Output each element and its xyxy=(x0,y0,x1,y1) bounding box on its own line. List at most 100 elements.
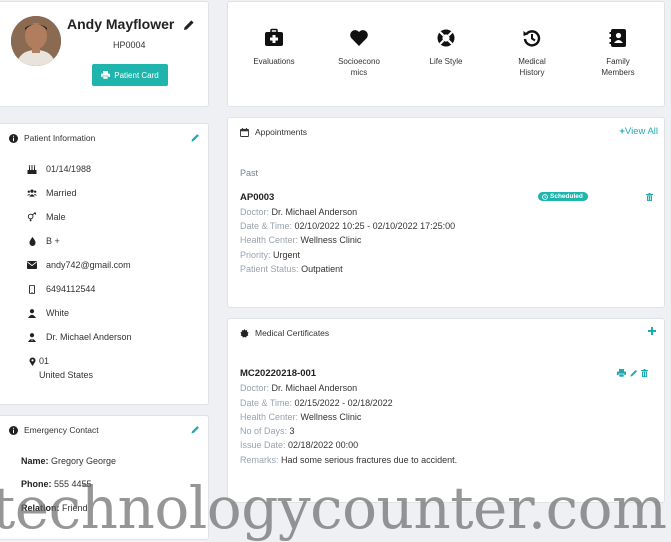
phone-row: 6494112544 xyxy=(27,284,95,294)
patient-name-row: Andy Mayflower xyxy=(67,16,195,32)
address-line1: 01 xyxy=(39,356,50,366)
emergency-phone-label: Phone: xyxy=(21,479,52,489)
cert-doctor-value: Dr. Michael Anderson xyxy=(271,383,358,393)
avatar xyxy=(11,16,61,66)
marital-row: Married xyxy=(27,188,77,198)
address-country-row: United States xyxy=(39,370,93,380)
address-line2: United States xyxy=(39,370,94,380)
print-icon xyxy=(101,71,111,79)
appointments-header: Appointments xyxy=(240,127,307,137)
doctor-value: Dr. Michael Anderson xyxy=(46,332,132,342)
cert-doctor-line: Doctor: Dr. Michael Anderson xyxy=(240,383,357,393)
doctor-row: Dr. Michael Anderson xyxy=(27,332,132,342)
appt-center-value: Wellness Clinic xyxy=(300,235,362,245)
appt-priority-value: Urgent xyxy=(273,250,301,260)
cert-remarks-line: Remarks: Had some serious fractures due … xyxy=(240,455,457,465)
user-icon xyxy=(27,308,37,318)
print-certificate-icon[interactable] xyxy=(617,369,626,377)
patient-information-card: Patient Information 01/14/1988 Married M… xyxy=(0,123,209,405)
certificate-code: MC20220218-001 xyxy=(240,368,317,379)
cert-remarks-label: Remarks: xyxy=(240,455,279,465)
cert-datetime-line: Date & Time: 02/15/2022 - 02/18/2022 xyxy=(240,398,393,408)
nav-life-style[interactable]: Life Style xyxy=(416,28,476,67)
appt-center-label: Health Center: xyxy=(240,235,299,245)
dob-value: 01/14/1988 xyxy=(46,164,92,174)
edit-emergency-contact-icon[interactable] xyxy=(191,425,200,434)
delete-appointment-icon[interactable] xyxy=(646,193,653,201)
blood-value: B + xyxy=(46,236,60,246)
race-value: White xyxy=(46,308,70,318)
view-all-appointments-link[interactable]: +View All xyxy=(619,126,658,137)
nav-socioeconomics[interactable]: Socioecono mics xyxy=(329,28,389,78)
patient-card-button[interactable]: Patient Card xyxy=(92,64,168,86)
appt-priority-line: Priority: Urgent xyxy=(240,250,300,260)
cert-days-label: No of Days: xyxy=(240,426,288,436)
add-certificate-icon[interactable] xyxy=(648,327,656,335)
appointments-card: Appointments +View All Past AP0003 Sched… xyxy=(227,117,665,308)
emergency-relation-label: Relation: xyxy=(21,503,60,513)
gender-icon xyxy=(27,212,37,222)
medical-certificates-header: Medical Certificates xyxy=(240,328,329,338)
appt-pstatus-line: Patient Status: Outpatient xyxy=(240,264,343,274)
cert-center-label: Health Center: xyxy=(240,412,299,422)
cert-remarks-value: Had some serious fractures due to accide… xyxy=(281,455,458,465)
emergency-contact-title: Emergency Contact xyxy=(24,425,99,435)
envelope-icon xyxy=(27,261,37,269)
emergency-relation-row: Relation: Friend xyxy=(21,503,88,513)
view-all-label: View All xyxy=(624,126,658,137)
nav-medical-history-label: Medical History xyxy=(518,57,546,77)
appt-datetime-label: Date & Time: xyxy=(240,221,293,231)
appt-center-line: Health Center: Wellness Clinic xyxy=(240,235,361,245)
emergency-contact-header: Emergency Contact xyxy=(9,425,99,435)
appointment-code: AP0003 xyxy=(240,192,275,203)
clock-icon xyxy=(542,193,548,200)
gender-row: Male xyxy=(27,212,66,222)
patient-information-title: Patient Information xyxy=(24,133,96,143)
life-ring-icon xyxy=(437,29,455,47)
emergency-phone-row: Phone: 555 4455 xyxy=(21,479,92,489)
doctor-icon xyxy=(27,332,37,342)
cert-issue-line: Issue Date: 02/18/2022 00:00 xyxy=(240,440,358,450)
medical-kit-icon xyxy=(265,28,283,46)
users-icon xyxy=(27,189,37,197)
appt-pstatus-label: Patient Status: xyxy=(240,264,299,274)
delete-certificate-icon[interactable] xyxy=(641,369,648,377)
cert-doctor-label: Doctor: xyxy=(240,383,270,393)
info-icon xyxy=(9,133,18,143)
dob-row: 01/14/1988 xyxy=(27,164,91,174)
cert-datetime-value: 02/15/2022 - 02/18/2022 xyxy=(294,398,393,408)
cert-center-value: Wellness Clinic xyxy=(300,412,362,422)
certificate-icon xyxy=(240,328,249,338)
edit-certificate-icon[interactable] xyxy=(630,369,638,377)
appt-priority-label: Priority: xyxy=(240,250,271,260)
cert-issue-value: 02/18/2022 00:00 xyxy=(288,440,359,450)
nav-family-members-label: Family Members xyxy=(601,57,635,77)
patient-id: HP0004 xyxy=(113,40,146,50)
medical-certificates-card: Medical Certificates MC20220218-001 Doct… xyxy=(227,318,665,503)
emergency-name-value: Gregory George xyxy=(51,456,117,466)
edit-patient-info-icon[interactable] xyxy=(191,133,200,142)
cert-datetime-label: Date & Time: xyxy=(240,398,293,408)
emergency-relation-value: Friend xyxy=(62,503,88,513)
nav-evaluations-label: Evaluations xyxy=(253,57,295,66)
patient-information-header: Patient Information xyxy=(9,133,95,143)
appt-doctor-value: Dr. Michael Anderson xyxy=(271,207,358,217)
emergency-name-label: Name: xyxy=(21,456,49,466)
address-row: 01 xyxy=(27,356,49,366)
past-section-label: Past xyxy=(240,168,259,178)
edit-name-icon[interactable] xyxy=(183,19,195,31)
appt-doctor-line: Doctor: Dr. Michael Anderson xyxy=(240,207,357,217)
status-badge: Scheduled xyxy=(538,192,588,201)
phone-value: 6494112544 xyxy=(46,284,96,294)
emergency-contact-card: Emergency Contact Name: Gregory George P… xyxy=(0,415,209,540)
birthday-cake-icon xyxy=(27,164,37,174)
appt-doctor-label: Doctor: xyxy=(240,207,270,217)
nav-medical-history[interactable]: Medical History xyxy=(502,28,562,78)
info-icon xyxy=(9,425,18,435)
nav-evaluations[interactable]: Evaluations xyxy=(244,28,304,67)
calendar-icon xyxy=(240,127,249,137)
nav-family-members[interactable]: Family Members xyxy=(588,28,648,78)
blood-drop-icon xyxy=(27,236,37,246)
patient-name: Andy Mayflower xyxy=(67,16,175,32)
profile-card: Andy Mayflower HP0004 Patient Card xyxy=(0,1,209,107)
